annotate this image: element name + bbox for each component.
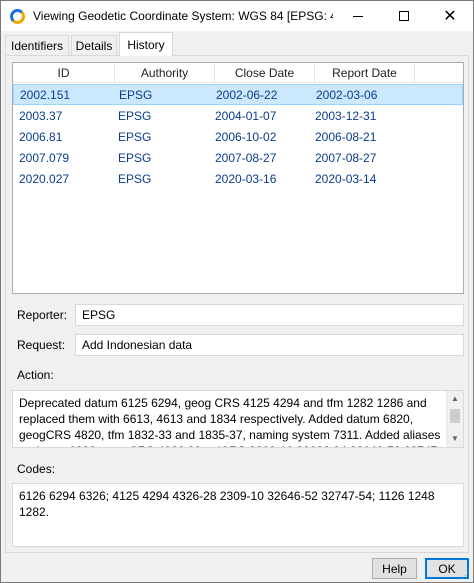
tab-details[interactable]: Details xyxy=(71,35,117,56)
tab-history[interactable]: History xyxy=(119,32,173,56)
cell-id: 2020.027 xyxy=(19,171,70,186)
resize-grip-icon[interactable]: ⋰ xyxy=(461,570,471,580)
tab-strip: Identifiers Details History xyxy=(1,32,473,56)
scroll-thumb[interactable] xyxy=(450,409,460,423)
action-label: Action: xyxy=(17,368,54,382)
help-button[interactable]: Help xyxy=(372,558,417,579)
table-row[interactable]: 2006.81 EPSG 2006-10-02 2006-08-21 xyxy=(13,126,463,147)
cell-id: 2003.37 xyxy=(19,108,63,123)
tab-identifiers[interactable]: Identifiers xyxy=(5,35,69,56)
table-body: 2002.151 EPSG 2002-06-22 2002-03-06 2003… xyxy=(13,84,463,189)
history-table[interactable]: ID Authority Close Date Report Date 2002… xyxy=(12,62,464,294)
dialog-window: Viewing Geodetic Coordinate System: WGS … xyxy=(0,0,474,583)
table-row[interactable]: 2007.079 EPSG 2007-08-27 2007-08-27 xyxy=(13,147,463,168)
cell-id: 2006.81 xyxy=(19,129,63,144)
request-label: Request: xyxy=(17,338,66,352)
reporter-field[interactable]: EPSG xyxy=(75,304,464,326)
reporter-label: Reporter: xyxy=(17,308,68,322)
scroll-down-icon[interactable]: ▼ xyxy=(447,431,463,447)
cell-authority: EPSG xyxy=(118,150,152,165)
action-scrollbar[interactable]: ▲ ▼ xyxy=(446,391,463,447)
title-bar: Viewing Geodetic Coordinate System: WGS … xyxy=(1,1,473,31)
close-button[interactable]: ✕ xyxy=(427,1,473,31)
action-textarea[interactable]: Deprecated datum 6125 6294, geog CRS 412… xyxy=(12,390,464,448)
cell-close-date: 2020-03-16 xyxy=(215,171,277,186)
codes-label: Codes: xyxy=(17,462,56,476)
column-header-report-date[interactable]: Report Date xyxy=(315,63,415,83)
window-title: Viewing Geodetic Coordinate System: WGS … xyxy=(33,9,333,23)
app-globe-icon xyxy=(10,9,25,24)
cell-authority: EPSG xyxy=(118,171,152,186)
cell-id: 2007.079 xyxy=(19,150,70,165)
codes-textarea[interactable]: 6126 6294 6326; 4125 4294 4326-28 2309-1… xyxy=(12,483,464,547)
request-field[interactable]: Add Indonesian data xyxy=(75,334,464,356)
cell-authority: EPSG xyxy=(119,87,153,102)
cell-report-date: 2007-08-27 xyxy=(315,150,377,165)
cell-report-date: 2006-08-21 xyxy=(315,129,377,144)
table-header: ID Authority Close Date Report Date xyxy=(13,63,463,83)
cell-report-date: 2020-03-14 xyxy=(315,171,377,186)
cell-authority: EPSG xyxy=(118,108,152,123)
cell-report-date: 2002-03-06 xyxy=(316,87,378,102)
table-row[interactable]: 2020.027 EPSG 2020-03-16 2020-03-14 xyxy=(13,168,463,189)
maximize-icon xyxy=(399,11,409,21)
action-text: Deprecated datum 6125 6294, geog CRS 412… xyxy=(19,396,441,447)
close-icon: ✕ xyxy=(443,8,457,25)
cell-authority: EPSG xyxy=(118,129,152,144)
cell-close-date: 2002-06-22 xyxy=(216,87,278,102)
table-row[interactable]: 2003.37 EPSG 2004-01-07 2003-12-31 xyxy=(13,105,463,126)
history-panel: ID Authority Close Date Report Date 2002… xyxy=(5,55,469,553)
scroll-up-icon[interactable]: ▲ xyxy=(447,391,463,407)
column-header-id[interactable]: ID xyxy=(13,63,115,83)
maximize-button[interactable] xyxy=(381,1,427,31)
cell-close-date: 2004-01-07 xyxy=(215,108,277,123)
minimize-button[interactable] xyxy=(335,1,381,31)
cell-report-date: 2003-12-31 xyxy=(315,108,377,123)
cell-close-date: 2007-08-27 xyxy=(215,150,277,165)
column-header-authority[interactable]: Authority xyxy=(115,63,215,83)
cell-close-date: 2006-10-02 xyxy=(215,129,277,144)
column-header-close-date[interactable]: Close Date xyxy=(215,63,315,83)
cell-id: 2002.151 xyxy=(20,87,71,102)
table-row[interactable]: 2002.151 EPSG 2002-06-22 2002-03-06 xyxy=(13,84,463,105)
minimize-icon xyxy=(353,15,363,17)
codes-text: 6126 6294 6326; 4125 4294 4326-28 2309-1… xyxy=(19,489,435,519)
